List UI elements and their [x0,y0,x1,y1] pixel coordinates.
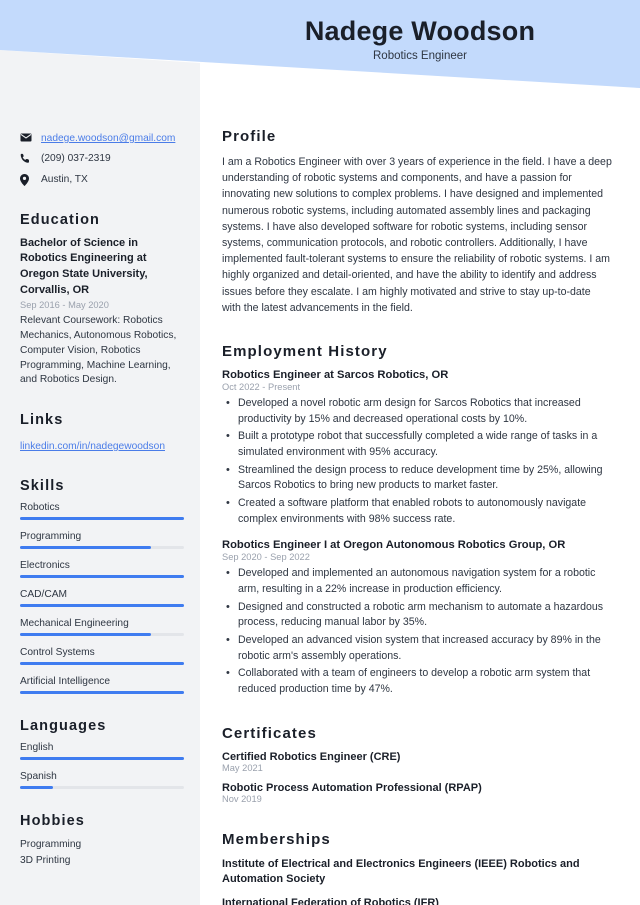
location-value: Austin, TX [41,173,88,185]
language-label: English [20,742,54,754]
language-item: Spanish [20,771,184,790]
skill-bar-track [20,633,184,637]
location-pin-icon [20,173,34,186]
skill-bar-fill [20,662,184,666]
skill-bar-fill [20,517,184,521]
contact-item-location: Austin, TX [20,173,184,186]
job-bullet: Collaborated with a team of engineers to… [222,665,612,697]
main-column: Profile I am a Robotics Engineer with ov… [200,0,640,905]
skill-item: Electronics [20,560,184,579]
certificate-date: Nov 2019 [222,793,262,804]
certificate-entry: Certified Robotics Engineer (CRE) May 20… [222,751,612,773]
language-bar-fill [20,786,53,790]
contact-item-phone: (209) 037-2319 [20,152,184,165]
header-text-block: Nadege Woodson Robotics Engineer [200,0,640,88]
job-bullet: Streamlined the design process to reduce… [222,462,612,494]
language-bar-fill [20,757,184,761]
skill-bar-track [20,691,184,695]
language-label: Spanish [20,771,57,783]
email-link[interactable]: nadege.woodson@gmail.com [41,132,175,145]
education-degree: Bachelor of Science in Robotics Engineer… [20,236,148,296]
job-bullet: Developed an advanced vision system that… [222,632,612,664]
hobby-item: 3D Printing [20,854,71,866]
education-coursework: Relevant Coursework: Robotics Mechanics,… [20,315,177,386]
job-entry: Robotics Engineer at Sarcos Robotics, OR… [222,369,612,527]
job-bullet: Developed a novel robotic arm design for… [222,395,612,427]
links-heading: Links [20,412,64,429]
skill-item: Control Systems [20,647,184,666]
language-bar-track [20,786,184,790]
skill-label: Programming [20,531,82,543]
language-bar-track [20,757,184,761]
profile-heading: Profile [222,128,277,145]
skill-label: Electronics [20,560,70,572]
phone-value: (209) 037-2319 [41,153,111,165]
skill-bar-fill [20,546,152,550]
resume-page: Nadege Woodson Robotics Engineer nadege.… [0,0,640,905]
job-title: Robotics Engineer I at Oregon Autonomous… [222,539,566,552]
education-heading: Education [20,211,100,228]
skill-label: Artificial Intelligence [20,676,111,688]
sidebar: nadege.woodson@gmail.com (209) 037-2319 … [0,50,200,905]
linkedin-link[interactable]: linkedin.com/in/nadegewoodson [20,441,165,452]
skill-item: Robotics [20,502,184,521]
skill-item: Programming [20,531,184,550]
hobbies-heading: Hobbies [20,813,85,830]
job-bullet: Designed and constructed a robotic arm m… [222,599,612,631]
job-bullet: Built a prototype robot that successfull… [222,428,612,460]
phone-icon [20,152,34,164]
job-bullets: Developed and implemented an autonomous … [222,565,612,697]
contact-item-email: nadege.woodson@gmail.com [20,132,184,145]
job-bullet: Created a software platform that enabled… [222,495,612,527]
skill-item: Artificial Intelligence [20,676,184,695]
hobby-item: Programming [20,839,82,851]
job-bullets: Developed a novel robotic arm design for… [222,395,612,527]
certificate-date: May 2021 [222,762,263,773]
contact-list: nadege.woodson@gmail.com (209) 037-2319 … [20,132,184,186]
membership-item: Institute of Electrical and Electronics … [222,857,580,886]
job-date: Sep 2020 - Sep 2022 [222,552,310,563]
skill-item: CAD/CAM [20,589,184,608]
skill-bar-fill [20,691,184,695]
memberships-heading: Memberships [222,830,331,848]
envelope-icon [20,132,34,142]
job-entry: Robotics Engineer I at Oregon Autonomous… [222,539,612,697]
skills-heading: Skills [20,478,65,495]
skill-bar-track [20,575,184,579]
certificate-name: Certified Robotics Engineer (CRE) [222,750,401,763]
certificate-entry: Robotic Process Automation Professional … [222,782,612,804]
membership-item: International Federation of Robotics (IF… [222,897,439,905]
education-date: Sep 2016 - May 2020 [20,300,109,311]
languages-list: English Spanish [20,742,184,790]
skill-bar-fill [20,633,152,637]
skill-bar-track [20,517,184,521]
certificate-name: Robotic Process Automation Professional … [222,781,482,794]
skill-bar-fill [20,575,184,579]
skill-label: CAD/CAM [20,589,67,601]
skill-item: Mechanical Engineering [20,618,184,637]
skill-bar-fill [20,604,184,608]
skill-bar-track [20,546,184,550]
page-title: Nadege Woodson [304,16,536,46]
employment-heading: Employment History [222,343,388,361]
profile-text: I am a Robotics Engineer with over 3 yea… [222,156,612,314]
certificates-heading: Certificates [222,724,317,742]
job-date: Oct 2022 - Present [222,382,301,393]
skill-label: Mechanical Engineering [20,618,129,630]
skill-bar-track [20,662,184,666]
skill-label: Control Systems [20,647,95,659]
skill-bar-track [20,604,184,608]
job-title: Robotics Engineer at Sarcos Robotics, OR [222,369,449,382]
job-bullet: Developed and implemented an autonomous … [222,565,612,597]
languages-heading: Languages [20,718,107,735]
skill-label: Robotics [20,502,60,514]
language-item: English [20,742,184,761]
candidate-job-title: Robotics Engineer [373,50,467,63]
skills-list: Robotics Programming Electronics CAD/CAM… [20,502,184,695]
